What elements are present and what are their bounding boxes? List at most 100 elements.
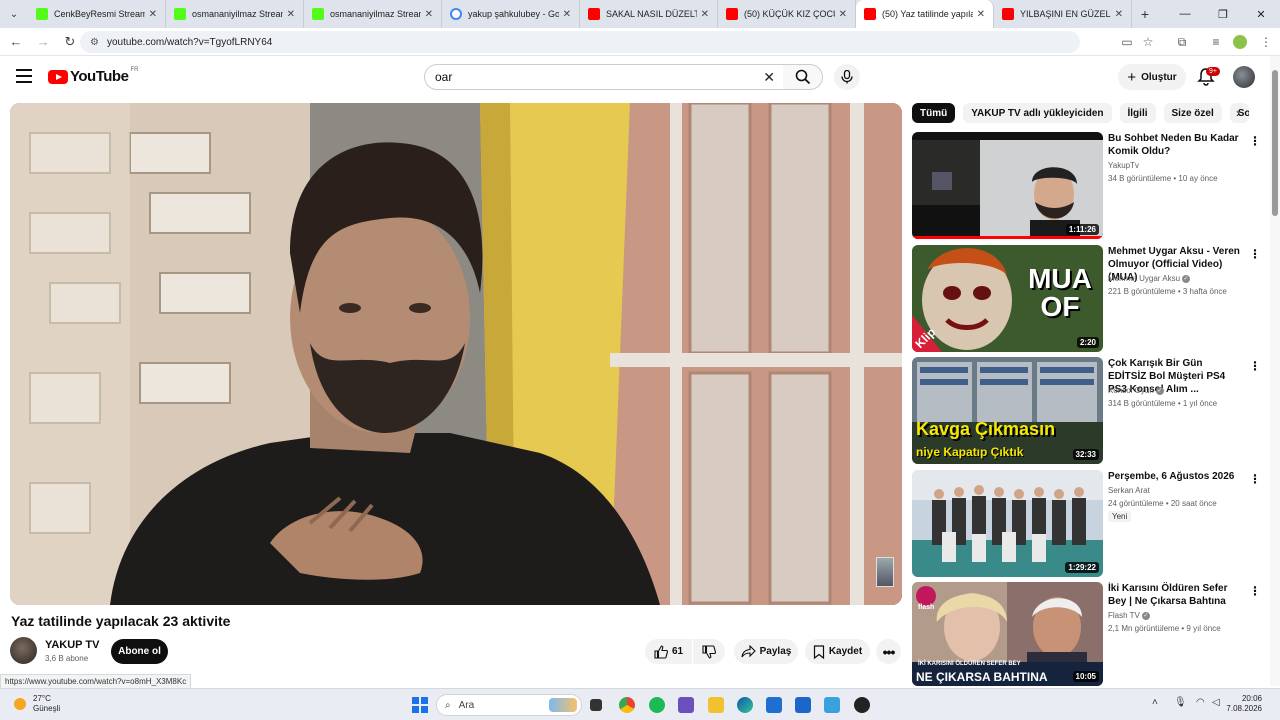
filter-chips: Tümü YAKUP TV adlı yükleyiciden İlgili S… (912, 103, 1257, 125)
video-thumbnail[interactable]: 1:11:26 (912, 132, 1103, 239)
close-tab-icon[interactable]: ✕ (149, 9, 157, 20)
create-button[interactable]: + Oluştur (1118, 64, 1186, 90)
browser-tab[interactable]: YILBAŞINI EN GÜZEL KUTL ✕ (994, 0, 1132, 28)
recommended-video[interactable]: 1:11:26 Bu Sohbet Neden Bu Kadar Komik O… (912, 132, 1261, 239)
app-icon[interactable] (824, 697, 840, 713)
voice-search-button[interactable] (834, 64, 860, 90)
cast-icon[interactable]: ▭ (1117, 32, 1137, 52)
channel-name[interactable]: YakupTv (1108, 161, 1139, 170)
browser-tab[interactable]: osmananiyilmaz Stream - ✕ (304, 0, 442, 28)
extensions-icon[interactable]: ⧉ (1172, 32, 1192, 52)
microphone-icon[interactable]: 🎙 (1174, 697, 1187, 708)
minimize-icon[interactable]: — (1166, 0, 1204, 28)
search-icon: ⌕ (445, 699, 451, 711)
chip-for-you[interactable]: Size özel (1163, 103, 1222, 123)
clear-search-icon[interactable]: ✕ (763, 69, 775, 86)
new-tab-button[interactable]: + (1132, 6, 1158, 22)
subscribe-button[interactable]: Abone ol (111, 639, 168, 664)
chevron-right-icon[interactable]: › (1236, 106, 1240, 120)
video-title[interactable]: İki Karısını Öldüren Sefer Bey | Ne Çıka… (1108, 582, 1242, 608)
url-field[interactable]: ⚙ youtube.com/watch?v=TgyofLRNY64 (80, 31, 1080, 53)
video-title[interactable]: Bu Sohbet Neden Bu Kadar Komik Oldu? (1108, 132, 1242, 158)
tray-overflow-icon[interactable]: ˄ (1152, 697, 1158, 708)
recommended-video[interactable]: MUA OF Klip 2:20 Mehmet Uygar Aksu - Ver… (912, 245, 1261, 352)
file-explorer-icon[interactable] (708, 697, 724, 713)
menu-icon[interactable] (16, 69, 32, 83)
channel-avatar[interactable] (10, 637, 37, 664)
more-actions-button[interactable]: ••• (876, 639, 901, 664)
outlook-icon[interactable] (795, 697, 811, 713)
close-tab-icon[interactable]: ✕ (977, 9, 985, 20)
chip-all[interactable]: Tümü (912, 103, 956, 123)
channel-name[interactable]: Mehmet Uygar Aksu ✓ (1108, 274, 1191, 283)
video-thumbnail[interactable]: 1:29:22 (912, 470, 1103, 577)
tab-search-button[interactable]: ⌄ (0, 0, 28, 28)
close-tab-icon[interactable]: ✕ (1115, 9, 1123, 20)
wifi-icon[interactable]: ◠ (1196, 697, 1205, 708)
save-label: Kaydet (828, 646, 863, 657)
site-info-icon[interactable]: ⚙ (90, 37, 99, 48)
more-vertical-icon[interactable]: ⋮ (1249, 359, 1261, 373)
video-thumbnail[interactable]: MUA OF Klip 2:20 (912, 245, 1103, 352)
browser-tab-active[interactable]: (50) Yaz tatilinde yapılaca ✕ (856, 0, 994, 28)
store-icon[interactable] (766, 697, 782, 713)
recommended-video[interactable]: Kavga Çıkmasın niye Kapatıp Çıktık 32:33… (912, 357, 1261, 464)
restore-icon[interactable]: ❐ (1204, 0, 1242, 28)
reading-list-icon[interactable]: ≡ (1206, 32, 1226, 52)
teams-icon[interactable] (678, 697, 694, 713)
video-thumbnail[interactable]: Kavga Çıkmasın niye Kapatıp Çıktık 32:33 (912, 357, 1103, 464)
taskbar-clock[interactable]: 20:06 7.08.2026 (1226, 694, 1262, 714)
close-tab-icon[interactable]: ✕ (839, 9, 847, 20)
channel-name[interactable]: Flash TV ✓ (1108, 611, 1150, 620)
more-vertical-icon[interactable]: ⋮ (1249, 472, 1261, 486)
like-button[interactable]: 61 (645, 639, 692, 664)
dislike-button[interactable] (693, 639, 725, 664)
browser-tab[interactable]: SAKAL NASIL DÜZELTİLİR ✕ (580, 0, 718, 28)
profile-icon[interactable] (1230, 32, 1250, 52)
windows-start-icon[interactable] (412, 697, 428, 713)
more-vertical-icon[interactable]: ⋮ (1249, 247, 1261, 261)
bookmark-star-icon[interactable]: ☆ (1138, 32, 1158, 52)
more-vertical-icon[interactable]: ⋮ (1249, 584, 1257, 598)
browser-menu-icon[interactable]: ⋮ (1256, 32, 1276, 52)
browser-tab[interactable]: CenkBeyResmi Stream - V ✕ (28, 0, 166, 28)
video-thumbnail[interactable]: flash İKİ KARISINI ÖLDÜREN SEFER BEY NE … (912, 582, 1103, 686)
weather-widget[interactable]: 27°C Güneşli (14, 694, 60, 714)
more-horizontal-icon: ••• (882, 643, 896, 660)
share-button[interactable]: Paylaş (734, 639, 798, 664)
chip-from-uploader[interactable]: YAKUP TV adlı yükleyiciden (963, 103, 1112, 123)
close-tab-icon[interactable]: ✕ (425, 9, 433, 20)
close-tab-icon[interactable]: ✕ (701, 9, 709, 20)
channel-name[interactable]: Konsol Oyun ✓ (1108, 386, 1164, 395)
volume-icon[interactable]: ◁ (1212, 697, 1220, 708)
recommended-video[interactable]: flash İKİ KARISINI ÖLDÜREN SEFER BEY NE … (912, 582, 1257, 686)
scrollbar-thumb[interactable] (1272, 70, 1278, 216)
account-avatar[interactable] (1233, 66, 1255, 88)
close-tab-icon[interactable]: ✕ (563, 9, 571, 20)
video-title[interactable]: Perşembe, 6 Ağustos 2026 (1108, 470, 1242, 483)
search-button[interactable] (783, 64, 823, 90)
forward-icon[interactable]: → (31, 30, 55, 54)
browser-tab[interactable]: (50) KÜÇÜK KIZ ÇOCUKLA ✕ (718, 0, 856, 28)
youtube-logo[interactable]: YouTube FR (48, 67, 138, 85)
channel-name[interactable]: Serkan Arat (1108, 486, 1150, 495)
browser-tab[interactable]: osmananiyilmaz Stream - ✕ (166, 0, 304, 28)
save-button[interactable]: Kaydet (805, 639, 870, 664)
channel-name[interactable]: YAKUP TV (45, 639, 99, 651)
app-icon[interactable] (854, 697, 870, 713)
close-window-icon[interactable]: ✕ (1242, 0, 1280, 28)
taskbar-search[interactable]: ⌕ Ara (436, 694, 582, 716)
chip-related[interactable]: İlgili (1119, 103, 1156, 123)
chrome-icon[interactable] (619, 697, 635, 713)
recommended-video[interactable]: 1:29:22 Perşembe, 6 Ağustos 2026 Serkan … (912, 470, 1261, 577)
browser-tab[interactable]: yakup şahkulubey - Goog ✕ (442, 0, 580, 28)
edge-icon[interactable] (737, 697, 753, 713)
close-tab-icon[interactable]: ✕ (287, 9, 295, 20)
task-view-icon[interactable] (590, 699, 602, 711)
more-vertical-icon[interactable]: ⋮ (1249, 134, 1261, 148)
search-input[interactable]: oar ✕ (424, 64, 784, 90)
back-icon[interactable]: ← (4, 30, 28, 54)
spotify-icon[interactable] (649, 697, 665, 713)
reload-icon[interactable]: ↻ (58, 30, 82, 54)
video-player[interactable] (10, 103, 902, 605)
